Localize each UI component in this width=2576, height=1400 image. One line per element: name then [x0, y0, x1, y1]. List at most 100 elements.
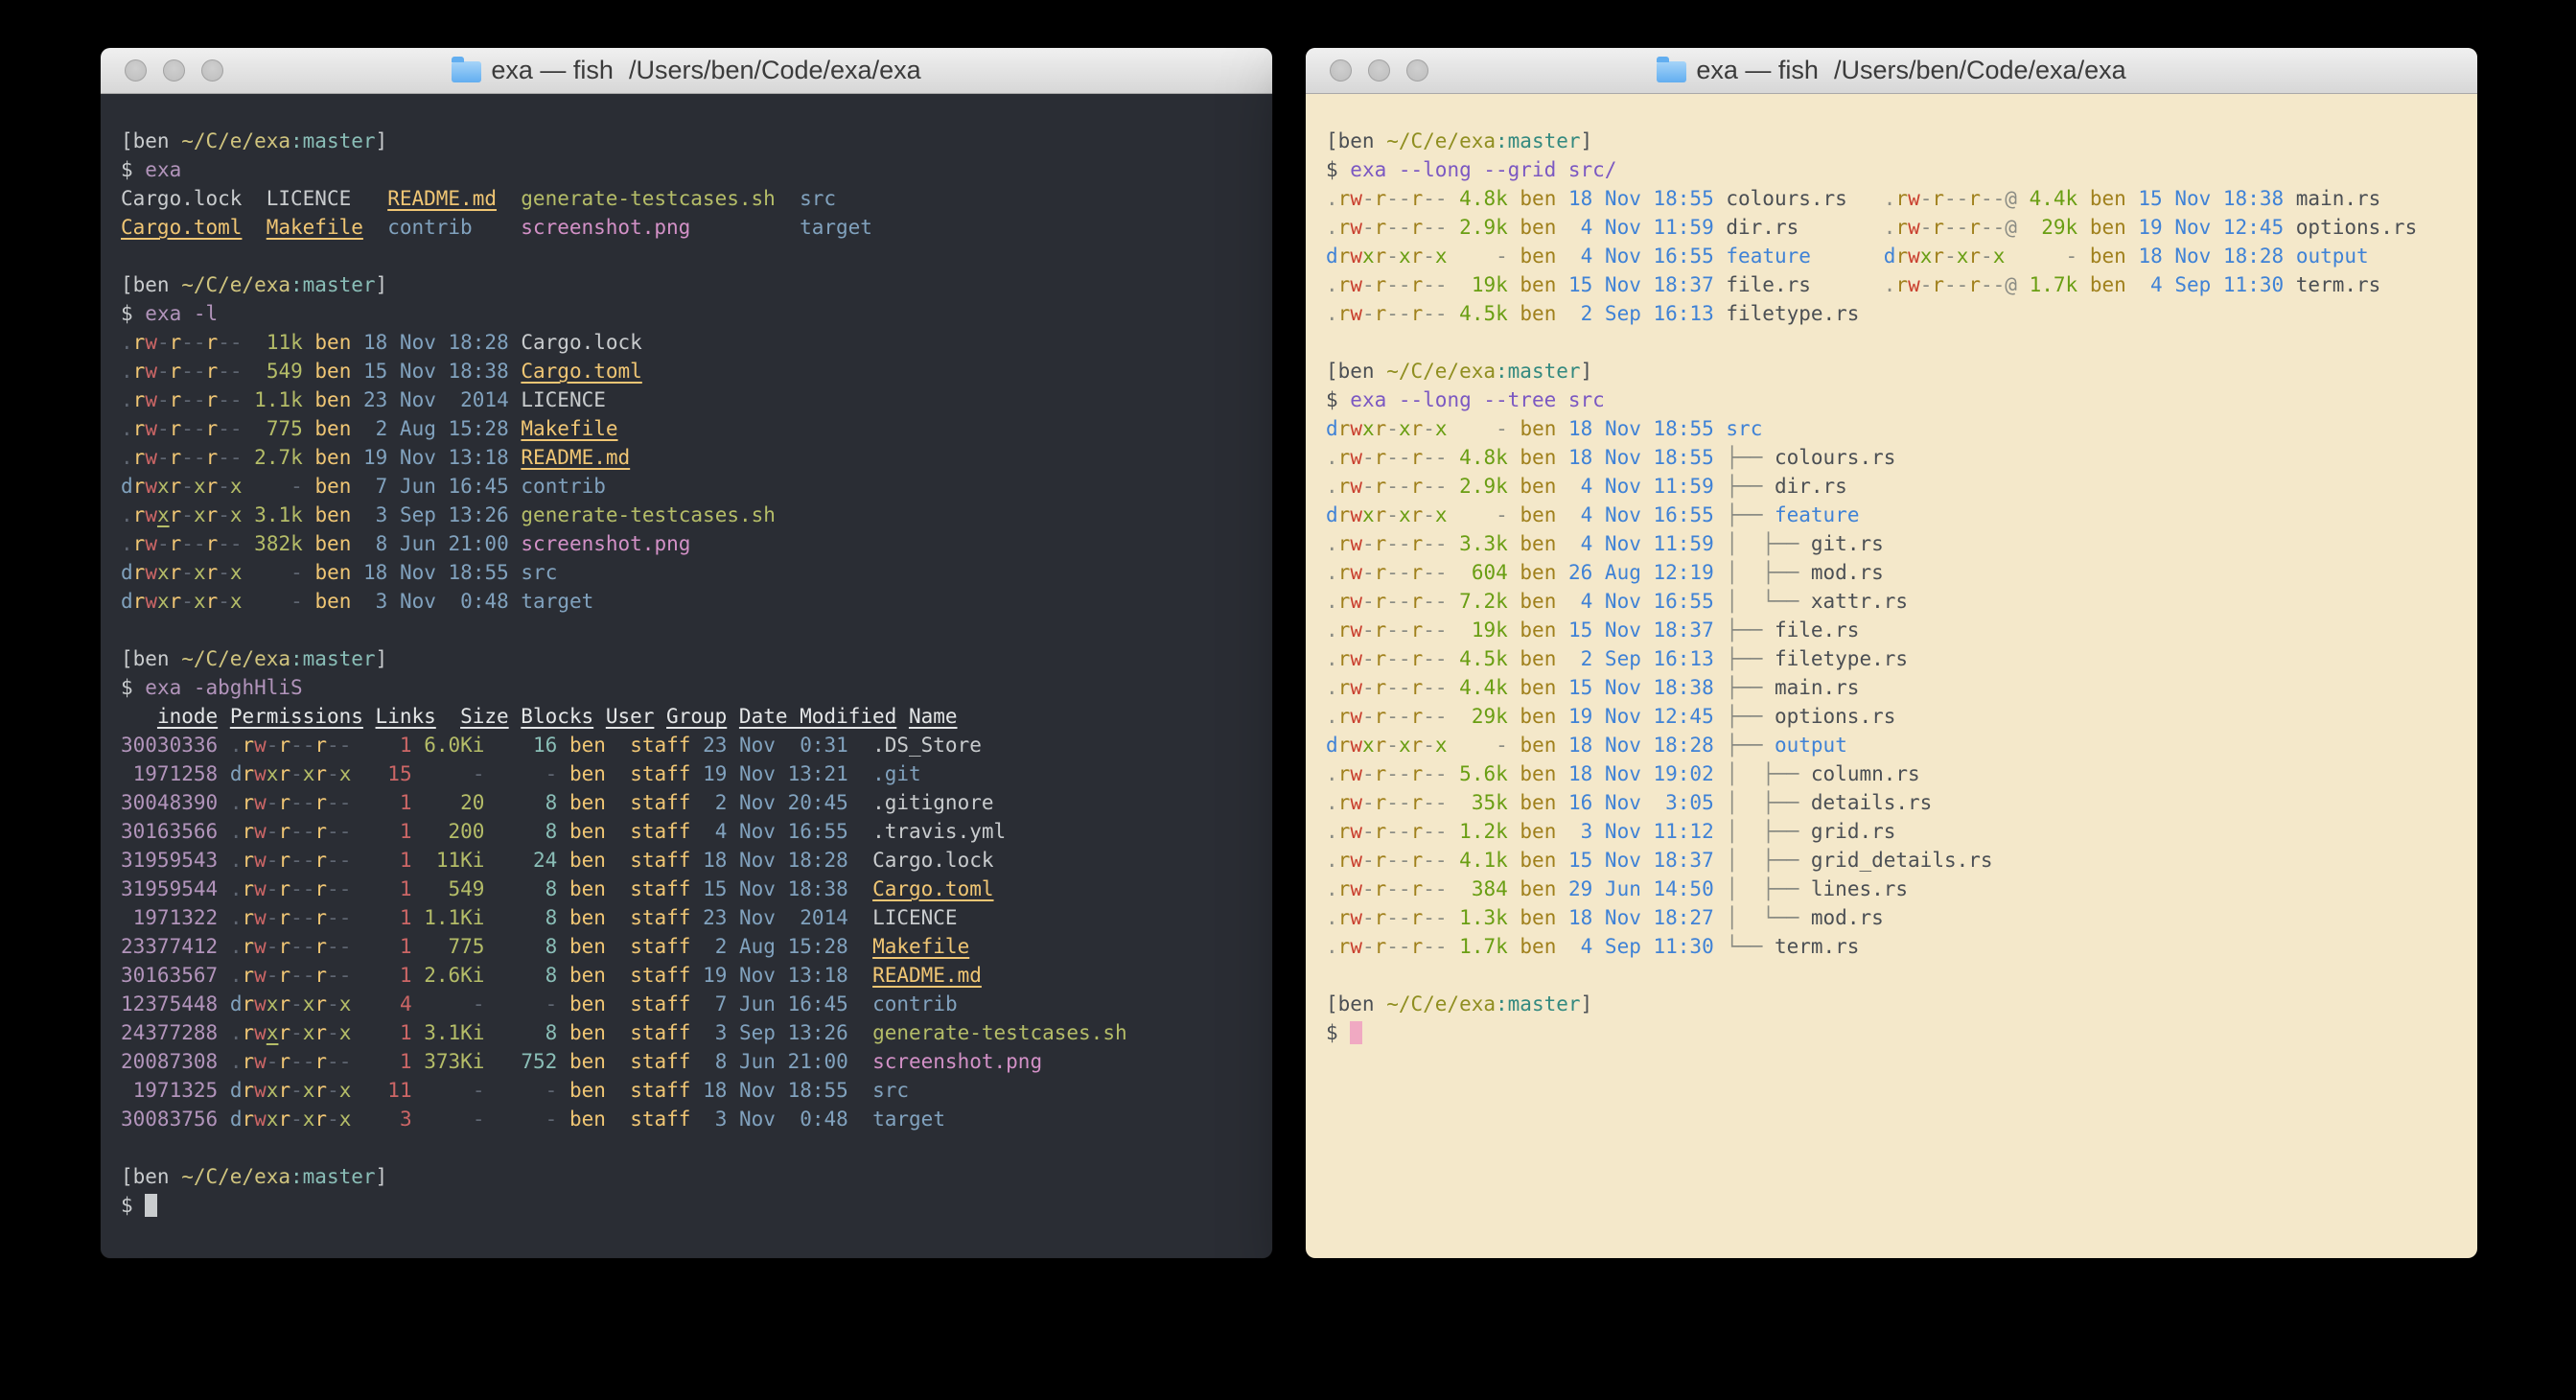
- terminal-text: filetype.rs: [1726, 302, 1859, 325]
- terminal-text: │ ├──: [1726, 762, 1811, 785]
- terminal-text: .: [1326, 273, 1338, 296]
- close-button[interactable]: [125, 59, 147, 82]
- minimize-button[interactable]: [163, 59, 185, 82]
- terminal-text: x: [157, 503, 170, 526]
- terminal-text: xattr.rs: [1811, 590, 1908, 613]
- terminal-text: x: [267, 992, 279, 1015]
- terminal-output[interactable]: [ben ~/C/e/exa:master] $ exa --long --gri…: [1306, 94, 2477, 1066]
- terminal-text: staff: [630, 1050, 690, 1073]
- terminal-text: 1.7k: [1448, 935, 1508, 958]
- terminal-text: x: [194, 503, 206, 526]
- terminal-text: target: [521, 590, 593, 613]
- terminal-text: ben: [314, 417, 351, 440]
- terminal-text: [1714, 935, 1727, 958]
- terminal-text: [351, 475, 363, 498]
- terminal-text: 2 Sep 16:13: [1568, 302, 1714, 325]
- terminal-output[interactable]: [ben ~/C/e/exa:master]$ exaCargo.lock LI…: [101, 94, 1272, 1239]
- terminal-line: [ben ~/C/e/exa:master]: [1326, 357, 2458, 385]
- terminal-line: .rw-r--r-- 5.6k ben 18 Nov 19:02 │ ├── c…: [1326, 759, 2458, 788]
- terminal-text: [557, 762, 569, 785]
- terminal-text: --: [327, 877, 351, 900]
- terminal-text: [303, 417, 315, 440]
- terminal-text: w: [254, 791, 267, 814]
- terminal-text: -: [1362, 216, 1375, 239]
- terminal-text: r: [206, 503, 219, 526]
- terminal-text: 3.1Ki: [424, 1021, 484, 1044]
- terminal-text: ben: [1520, 762, 1556, 785]
- minimize-button[interactable]: [1368, 59, 1390, 82]
- terminal-text: r: [314, 877, 327, 900]
- terminal-text: $: [121, 1194, 145, 1217]
- terminal-text: .DS_Store: [872, 734, 982, 757]
- terminal-text: w: [145, 331, 157, 354]
- terminal-text: [690, 964, 703, 987]
- terminal-text: x: [303, 762, 315, 785]
- terminal-text: r: [1411, 187, 1424, 210]
- terminal-text: [351, 187, 387, 210]
- terminal-text: [1556, 791, 1568, 814]
- terminal-text: [1556, 475, 1568, 498]
- terminal-text: [473, 216, 522, 239]
- terminal-text: [351, 561, 363, 584]
- terminal-text: w: [1350, 216, 1362, 239]
- terminal-text: -: [181, 561, 194, 584]
- terminal-text: r: [206, 561, 219, 584]
- terminal-text: [690, 1050, 703, 1073]
- zoom-button[interactable]: [201, 59, 223, 82]
- terminal-text: r: [170, 532, 182, 555]
- terminal-text: [606, 1108, 630, 1131]
- terminal-text: dir.rs: [1775, 475, 1847, 498]
- terminal-text: [1508, 906, 1520, 929]
- terminal-text: 8 Jun 21:00: [703, 1050, 848, 1073]
- terminal-text: r: [1338, 446, 1351, 469]
- zoom-button[interactable]: [1406, 59, 1428, 82]
- terminal-text: r: [278, 964, 290, 987]
- terminal-text: r: [1375, 618, 1387, 642]
- terminal-text: r: [314, 849, 327, 872]
- terminal-text: --: [327, 1050, 351, 1073]
- terminal-text: 8: [484, 820, 557, 843]
- close-button[interactable]: [1330, 59, 1352, 82]
- terminal-text: -: [243, 475, 303, 498]
- terminal-text: 35k: [1448, 791, 1508, 814]
- terminal-text: w: [145, 532, 157, 555]
- terminal-text: x: [267, 1108, 279, 1131]
- terminal-text: [218, 762, 230, 785]
- terminal-text: [690, 849, 703, 872]
- terminal-text: -: [1362, 906, 1375, 929]
- terminal-text: .: [1326, 647, 1338, 670]
- terminal-line: drwxr-xr-x - ben 3 Nov 0:48 target: [121, 587, 1253, 616]
- terminal-text: x: [230, 561, 243, 584]
- terminal-text: ben: [569, 1021, 606, 1044]
- terminal-text: 8: [484, 964, 557, 987]
- terminal-text: contrib: [387, 216, 473, 239]
- terminal-text: x: [1435, 734, 1448, 757]
- terminal-text: 2.9k: [1448, 475, 1508, 498]
- terminal-text: [690, 935, 703, 958]
- terminal-text: [1714, 302, 1727, 325]
- terminal-text: [2284, 187, 2296, 210]
- terminal-text: -: [327, 1079, 339, 1102]
- terminal-text: r: [278, 1079, 290, 1102]
- terminal-text: -: [1981, 245, 1993, 268]
- terminal-text: [412, 1079, 425, 1102]
- terminal-text: ├──: [1726, 734, 1775, 757]
- terminal-text: [509, 360, 522, 383]
- terminal-text: details.rs: [1811, 791, 1932, 814]
- terminal-line: $ exa --long --grid src/: [1326, 155, 2458, 184]
- terminal-text: w: [145, 360, 157, 383]
- terminal-text: r: [242, 877, 254, 900]
- terminal-text: [1508, 446, 1520, 469]
- terminal-text: -: [1362, 302, 1375, 325]
- terminal-text: 23 Nov 2014: [703, 906, 848, 929]
- terminal-text: --: [290, 964, 314, 987]
- terminal-text: --: [1423, 647, 1447, 670]
- terminal-text: r: [1895, 245, 1908, 268]
- terminal-text: 775: [243, 417, 303, 440]
- terminal-text: -: [1362, 187, 1375, 210]
- terminal-text: r: [1968, 245, 1981, 268]
- terminal-text: x: [1362, 503, 1375, 526]
- terminal-text: ben: [314, 388, 351, 411]
- terminal-text: [2077, 245, 2090, 268]
- terminal-text: x: [230, 475, 243, 498]
